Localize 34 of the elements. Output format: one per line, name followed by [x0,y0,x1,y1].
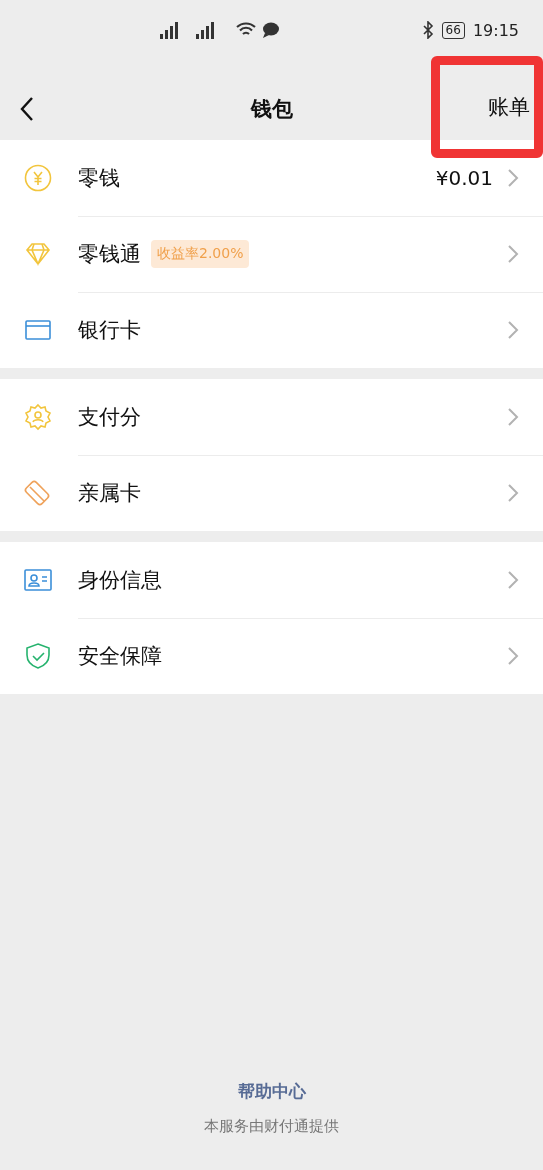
menu-label: 银行卡 [78,317,141,344]
menu-row[interactable]: 安全保障 [0,618,543,694]
menu-label: 零钱通 [78,240,141,268]
menu-row[interactable]: 支付分 [0,379,543,455]
back-icon[interactable] [18,95,36,123]
chevron-icon [507,167,519,188]
chevron-icon [507,569,519,590]
chevron-icon [507,483,519,503]
clock-time: 19:15 [472,20,519,40]
menu-label: 支付分 [78,403,141,431]
battery-level: 66 [441,21,465,39]
yen-coin-icon [23,163,53,193]
menu-label: 亲属卡 [78,480,141,507]
shield-check-icon [23,641,53,671]
menu-row[interactable]: 亲属卡 [0,455,543,531]
balance-value: ¥0.01 [435,165,493,190]
chevron-icon [507,646,519,666]
menu-label: 零钱 [78,164,120,192]
chevron-icon [507,320,519,340]
bill-button[interactable]: 账单 [431,56,543,158]
menu-row[interactable]: 零钱通 收益率2.00% [0,216,543,292]
chevron-icon [507,243,519,264]
help-center-link[interactable]: 帮助中心 [237,1080,306,1103]
provider-note: 本服务由财付通提供 [204,1117,339,1136]
chevron-icon [507,406,519,427]
menu-row[interactable]: 银行卡 [0,292,543,368]
menu-row[interactable]: 身份信息 [0,542,543,618]
bluetooth-icon [421,21,434,39]
menu-label: 安全保障 [78,643,162,670]
badge-icon [23,402,53,432]
yield-tag: 收益率2.00% [151,239,250,268]
menu-label: 身份信息 [78,566,162,594]
chat-bubble-icon [262,22,280,38]
page-title: 钱包 [250,96,293,123]
